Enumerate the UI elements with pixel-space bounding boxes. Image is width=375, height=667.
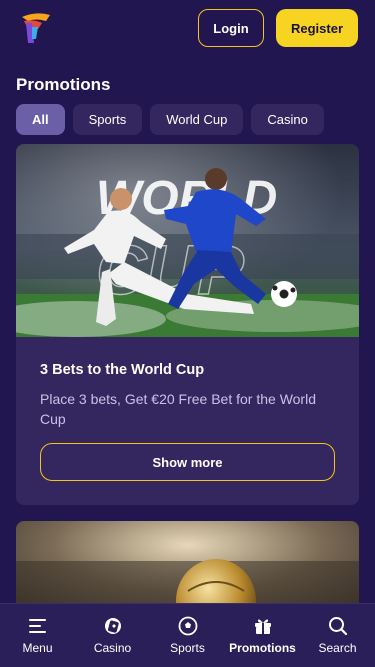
gift-icon [252,615,274,637]
promotion-banner-image: WORLD CUP [16,144,359,337]
promotion-filters: All Sports World Cup Casino [16,104,324,135]
nav-sports[interactable]: Sports [150,604,225,667]
nav-search[interactable]: Search [300,604,375,667]
promotion-description: Place 3 bets, Get €20 Free Bet for the W… [40,391,316,427]
filter-all[interactable]: All [16,104,65,135]
nav-menu-label: Menu [22,641,53,655]
promotion-card: WORLD CUP 3 Bets to the World Cup Place … [16,144,359,505]
page-title: Promotions [16,75,111,94]
logo-icon [22,13,50,43]
menu-icon [27,615,49,637]
brand-logo[interactable] [16,9,54,47]
search-icon [327,615,349,637]
nav-search-label: Search [318,641,357,655]
football-icon [177,615,199,637]
top-header: Login Register [0,0,375,56]
filter-sports[interactable]: Sports [72,104,143,135]
nav-casino[interactable]: Casino [75,604,150,667]
nav-promotions-label: Promotions [229,641,296,655]
nav-sports-label: Sports [170,641,205,655]
show-more-button[interactable]: Show more [40,443,335,481]
trophy-banner-image [16,521,359,603]
filter-world-cup[interactable]: World Cup [150,104,244,135]
filter-casino[interactable]: Casino [251,104,324,135]
promotion-card-2[interactable] [16,521,359,603]
casino-chip-icon [102,615,124,637]
login-button[interactable]: Login [198,9,264,47]
bottom-navigation: Menu Casino Sports Promotions Search [0,603,375,667]
register-button[interactable]: Register [276,9,358,47]
main-content: Promotions All Sports World Cup Casino W… [0,56,375,603]
nav-menu[interactable]: Menu [0,604,75,667]
nav-promotions[interactable]: Promotions [225,604,300,667]
promotion-title: 3 Bets to the World Cup [40,362,205,378]
nav-casino-label: Casino [93,641,132,655]
